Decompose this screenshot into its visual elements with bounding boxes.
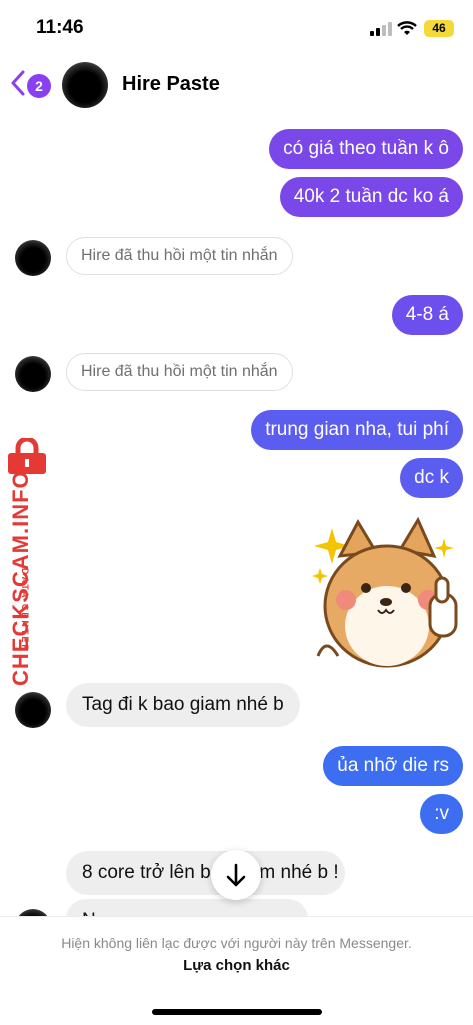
unsent-notice: Hire đã thu hồi một tin nhắn [66, 353, 293, 391]
unread-badge[interactable]: 2 [27, 74, 51, 98]
message-out[interactable]: có giá theo tuần k ô [269, 129, 463, 169]
status-time: 11:46 [36, 17, 84, 38]
wifi-icon [397, 21, 417, 35]
back-chevron-icon[interactable] [10, 70, 26, 96]
chat-header: 2 Hire Paste [0, 56, 473, 114]
message-out[interactable]: 40k 2 tuần dc ko á [279, 177, 463, 217]
message-out[interactable]: trung gian nha, tui phí [251, 410, 463, 450]
signal-icon [370, 22, 392, 36]
contact-avatar[interactable] [62, 62, 108, 108]
footer: Hiện không liên lạc được với người này t… [0, 916, 473, 1025]
message-in[interactable]: 8 core trở lên b iam nhé b ! [66, 851, 345, 895]
shiba-sticker[interactable] [312, 516, 462, 668]
lock-icon [8, 438, 46, 474]
watermark: CHECKSCAM.INFO DATA CENTER [2, 438, 52, 686]
message-in[interactable]: Tag đi k bao giam nhé b [66, 683, 300, 727]
contact-name[interactable]: Hire Paste [122, 73, 220, 96]
scroll-to-bottom-button[interactable] [211, 850, 261, 900]
message-out[interactable]: dc k [400, 458, 463, 498]
sender-avatar[interactable] [15, 356, 51, 392]
other-options-link[interactable]: Lựa chọn khác [0, 957, 473, 974]
message-in-text: 8 core trở lên b [82, 862, 211, 883]
unsent-notice: Hire đã thu hồi một tin nhắn [66, 237, 293, 275]
arrow-down-icon [226, 863, 246, 887]
sender-avatar[interactable] [15, 692, 51, 728]
watermark-sub: DATA CENTER [20, 568, 30, 653]
unavailable-notice: Hiện không liên lạc được với người này t… [61, 935, 412, 951]
sender-avatar[interactable] [15, 240, 51, 276]
message-out[interactable]: 4-8 á [391, 295, 463, 335]
message-out[interactable]: ủa nhỡ die rs [323, 746, 463, 786]
battery-indicator: 46 [424, 20, 454, 37]
home-indicator[interactable] [152, 1009, 322, 1015]
status-bar: 11:46 46 [0, 0, 473, 56]
message-out[interactable]: :v [420, 794, 463, 834]
